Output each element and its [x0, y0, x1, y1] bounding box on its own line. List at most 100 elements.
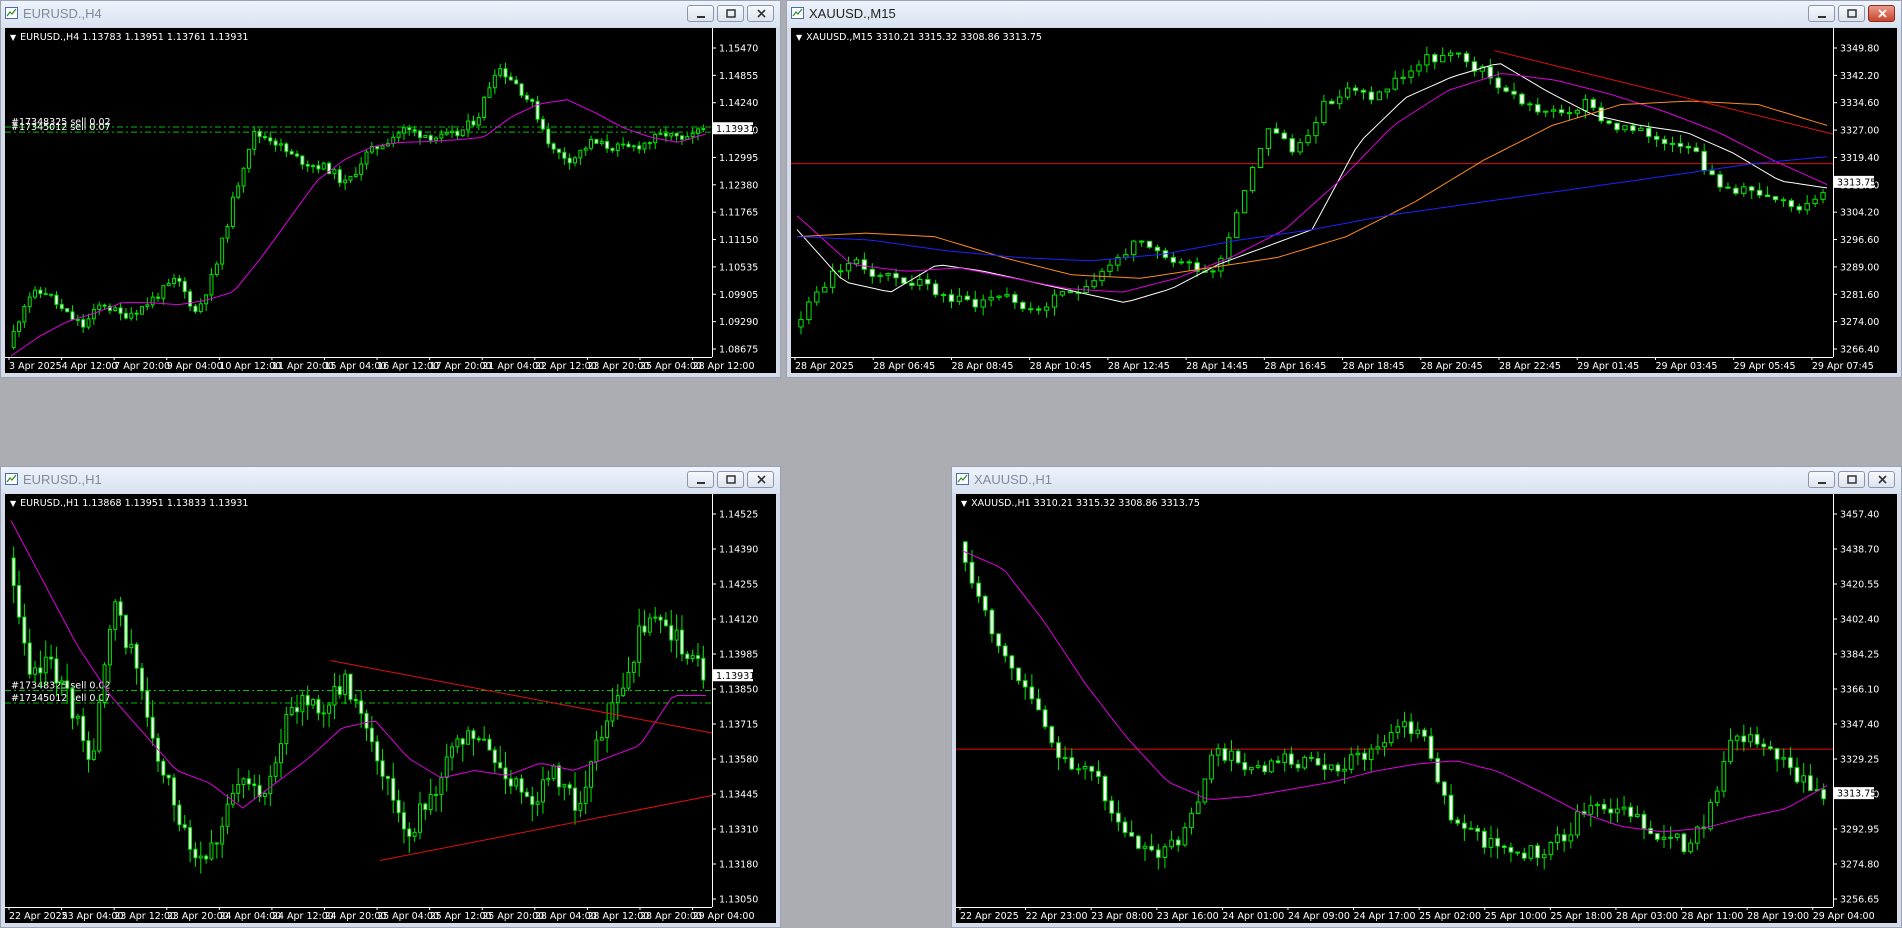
price-chart[interactable]: 3349.803342.203334.603327.003319.403311.…	[791, 28, 1897, 373]
chart-window-eurusd-h1[interactable]: EURUSD.,H1 1.14525 1.14390 1.14255 1.14120 1…	[0, 466, 781, 928]
candle-body	[385, 775, 390, 779]
candle-body	[1701, 150, 1707, 172]
minimize-button[interactable]	[1808, 471, 1835, 488]
candle-body	[230, 196, 235, 228]
candle-body	[107, 628, 112, 666]
candle-body	[1415, 729, 1421, 735]
chart-window-xauusd-m15[interactable]: XAUUSD.,M15 3349.80 3342.20 3334.60 3327.00…	[786, 0, 1902, 378]
minimize-button[interactable]	[687, 5, 714, 22]
candle-body	[455, 738, 460, 748]
candle-body	[466, 120, 471, 131]
chart-plot[interactable]: 1.154701.148551.142401.136101.129951.123…	[5, 28, 776, 373]
candle-body	[1503, 87, 1509, 92]
chart-window-eurusd-h4[interactable]: EURUSD.,H4 1.154701.148551.142401.136101…	[0, 0, 781, 378]
candle-body	[1796, 205, 1802, 211]
candle-body	[696, 128, 700, 134]
minimize-button[interactable]	[1808, 5, 1835, 22]
candle-body	[428, 135, 433, 141]
minimize-icon	[697, 482, 705, 484]
collapse-triangle-icon[interactable]: ▼	[10, 499, 16, 508]
candle-body	[530, 98, 535, 102]
candle-body	[161, 760, 166, 776]
candle-body	[353, 173, 358, 177]
window-titlebar[interactable]: EURUSD.,H4	[1, 1, 780, 27]
candle-body	[17, 321, 21, 332]
collapse-triangle-icon[interactable]: ▼	[961, 499, 967, 508]
chart-plot[interactable]: 3349.803342.203334.603327.003319.403311.…	[791, 28, 1897, 373]
candle-body	[1668, 836, 1673, 839]
maximize-button[interactable]	[1838, 5, 1865, 22]
time-tick-label: 4 Apr 12:00	[62, 361, 118, 372]
candle-body	[113, 307, 118, 311]
maximize-button[interactable]	[1838, 471, 1865, 488]
candle-body	[444, 132, 449, 135]
price-tick-label: 3366.10	[1840, 685, 1879, 696]
close-icon	[1878, 475, 1887, 484]
candle-body	[1328, 764, 1334, 770]
chart-window-icon	[791, 7, 804, 19]
candle-body	[1234, 212, 1240, 239]
collapse-triangle-icon[interactable]: ▼	[10, 33, 16, 42]
candle-body	[27, 642, 32, 675]
candle-body	[1574, 109, 1581, 114]
candle-body	[964, 295, 971, 301]
chart-window-xauusd-h1[interactable]: XAUUSD.,H1 3457.40 3438.70 3420.55 3402.40 3…	[951, 466, 1902, 928]
close-button[interactable]	[747, 5, 774, 22]
candle-body	[65, 680, 70, 689]
candle-body	[1648, 827, 1654, 835]
candle-body	[1069, 757, 1075, 770]
candle-body	[578, 802, 583, 811]
candle-body	[1215, 748, 1221, 756]
price-tick-label: 1.13715	[719, 720, 758, 731]
chart-plot[interactable]: 3457.40 3438.70 3420.55 3402.40 3384.25 3366.…	[956, 494, 1897, 923]
candle-body	[1788, 757, 1793, 769]
close-button[interactable]	[1868, 471, 1895, 488]
candle-body	[1641, 813, 1647, 829]
price-tick-label: 1.13310	[719, 825, 758, 836]
window-titlebar[interactable]: XAUUSD.,H1	[952, 467, 1901, 493]
candle-body	[1036, 698, 1041, 711]
maximize-button[interactable]	[717, 471, 744, 488]
price-chart[interactable]: 1.14525 1.14390 1.14255 1.14120 1.13985 1.138…	[5, 494, 776, 923]
chart-plot[interactable]: 1.14525 1.14390 1.14255 1.14120 1.13985 1.138…	[5, 494, 776, 923]
candle-body	[1768, 746, 1773, 750]
price-tick-label: 3457.40	[1840, 510, 1879, 521]
window-title: XAUUSD.,M15	[809, 6, 896, 21]
candle-body	[487, 87, 492, 98]
maximize-button[interactable]	[717, 5, 744, 22]
collapse-triangle-icon[interactable]: ▼	[796, 33, 802, 42]
chart-window-icon	[5, 473, 18, 485]
price-chart[interactable]: 1.154701.148551.142401.136101.129951.123…	[5, 28, 776, 373]
candle-body	[1630, 125, 1636, 132]
close-button[interactable]	[747, 471, 774, 488]
price-tick-label: 1.14120	[719, 615, 758, 626]
candle-body	[690, 132, 695, 138]
window-titlebar[interactable]: XAUUSD.,M15	[787, 1, 1901, 27]
candle-body	[1028, 308, 1034, 311]
window-title: XAUUSD.,H1	[974, 472, 1053, 487]
time-tick-label: 22 Apr 2025	[9, 911, 68, 922]
minimize-icon	[697, 16, 705, 18]
candle-body	[1515, 851, 1520, 854]
candle-body	[1774, 748, 1780, 760]
candle-body	[225, 226, 230, 239]
candle-body	[43, 293, 48, 296]
candle-body	[901, 277, 907, 284]
time-tick-label: 28 Apr 08:45	[951, 361, 1013, 372]
minimize-button[interactable]	[687, 471, 714, 488]
candle-body	[1242, 762, 1248, 771]
close-button[interactable]	[1868, 5, 1895, 22]
window-title: EURUSD.,H1	[23, 472, 102, 487]
window-titlebar[interactable]: EURUSD.,H1	[1, 467, 780, 493]
candle-body	[1178, 261, 1184, 264]
ohlc-readout: XAUUSD.,H1 3310.21 3315.32 3308.86 3313.…	[971, 498, 1200, 509]
candle-body	[583, 147, 588, 151]
candle-body	[940, 294, 947, 297]
price-tick-label: 1.15470	[719, 44, 758, 55]
candle-body	[674, 629, 679, 641]
candle-body	[551, 765, 556, 779]
candle-body	[1169, 839, 1174, 848]
price-chart[interactable]: 3457.40 3438.70 3420.55 3402.40 3384.25 3366.…	[956, 494, 1897, 923]
chart-info-line: ▼ XAUUSD.,H1 3310.21 3315.32 3308.86 3313…	[961, 498, 1200, 509]
time-tick-label: 22 Apr 23:00	[1026, 911, 1088, 922]
